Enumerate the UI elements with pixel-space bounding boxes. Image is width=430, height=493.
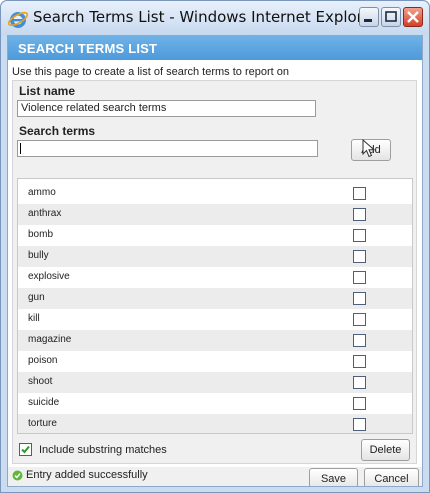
search-term-label: gun (28, 292, 45, 303)
list-item[interactable]: shoot (18, 372, 412, 393)
cancel-button[interactable]: Cancel (364, 468, 419, 486)
term-select-checkbox[interactable] (353, 355, 366, 368)
intro-text: Use this page to create a list of search… (12, 66, 289, 78)
minimize-button[interactable] (359, 7, 379, 27)
search-term-label: explosive (28, 271, 70, 282)
term-select-checkbox[interactable] (353, 334, 366, 347)
page-title: SEARCH TERMS LIST (18, 41, 158, 56)
close-button[interactable] (403, 7, 423, 27)
term-select-checkbox[interactable] (353, 187, 366, 200)
search-term-label: torture (28, 418, 57, 429)
text-caret (20, 143, 21, 154)
page-content: SEARCH TERMS LIST Use this page to creat… (7, 35, 423, 487)
list-name-input[interactable]: Violence related search terms (17, 100, 316, 117)
save-button[interactable]: Save (309, 468, 358, 486)
status-message: Entry added successfully (26, 469, 148, 481)
checkmark-icon (21, 445, 30, 454)
list-item[interactable]: ammo (18, 183, 412, 204)
term-select-checkbox[interactable] (353, 313, 366, 326)
list-item[interactable]: bully (18, 246, 412, 267)
search-terms-list[interactable]: ammo anthrax bomb bully explosive gun kill maga… (17, 178, 413, 434)
list-item[interactable]: bomb (18, 225, 412, 246)
list-item[interactable]: kill (18, 309, 412, 330)
term-select-checkbox[interactable] (353, 376, 366, 389)
list-item[interactable]: anthrax (18, 204, 412, 225)
term-select-checkbox[interactable] (353, 229, 366, 242)
include-substring-label: Include substring matches (39, 444, 167, 456)
search-term-label: bomb (28, 229, 54, 240)
search-terms-label: Search terms (19, 124, 96, 138)
check-circle-icon (12, 470, 23, 481)
browser-window: Search Terms List - Windows Internet Exp… (0, 0, 430, 493)
list-item[interactable]: poison (18, 351, 412, 372)
list-item[interactable]: gun (18, 288, 412, 309)
list-item[interactable]: explosive (18, 267, 412, 288)
page-header: SEARCH TERMS LIST (8, 36, 422, 60)
search-terms-input[interactable] (17, 140, 318, 157)
delete-button[interactable]: Delete (361, 439, 410, 461)
search-term-label: kill (28, 313, 40, 324)
list-item[interactable]: magazine (18, 330, 412, 351)
search-term-label: magazine (28, 334, 72, 345)
term-select-checkbox[interactable] (353, 397, 366, 410)
term-select-checkbox[interactable] (353, 271, 366, 284)
close-icon (407, 11, 419, 23)
list-item[interactable]: torture (18, 414, 412, 433)
term-select-checkbox[interactable] (353, 292, 366, 305)
list-item[interactable]: suicide (18, 393, 412, 414)
term-select-checkbox[interactable] (353, 208, 366, 221)
term-select-checkbox[interactable] (353, 418, 366, 431)
search-term-label: poison (28, 355, 58, 366)
include-substring-checkbox[interactable] (19, 443, 32, 456)
search-term-label: anthrax (28, 208, 62, 219)
search-term-label: bully (28, 250, 49, 261)
minimize-icon (364, 19, 372, 22)
internet-explorer-icon (7, 11, 29, 28)
search-term-label: shoot (28, 376, 53, 387)
list-name-label: List name (19, 84, 76, 98)
maximize-button[interactable] (381, 7, 401, 27)
title-bar[interactable]: Search Terms List - Windows Internet Exp… (1, 1, 429, 35)
search-term-label: ammo (28, 187, 56, 198)
term-select-checkbox[interactable] (353, 250, 366, 263)
search-term-label: suicide (28, 397, 60, 408)
window-title: Search Terms List - Windows Internet Exp… (33, 8, 378, 26)
status-bar: Entry added successfully (8, 467, 422, 486)
mouse-pointer-icon (362, 139, 376, 158)
form-panel: List name Violence related search terms … (12, 80, 417, 464)
maximize-icon (385, 11, 397, 22)
